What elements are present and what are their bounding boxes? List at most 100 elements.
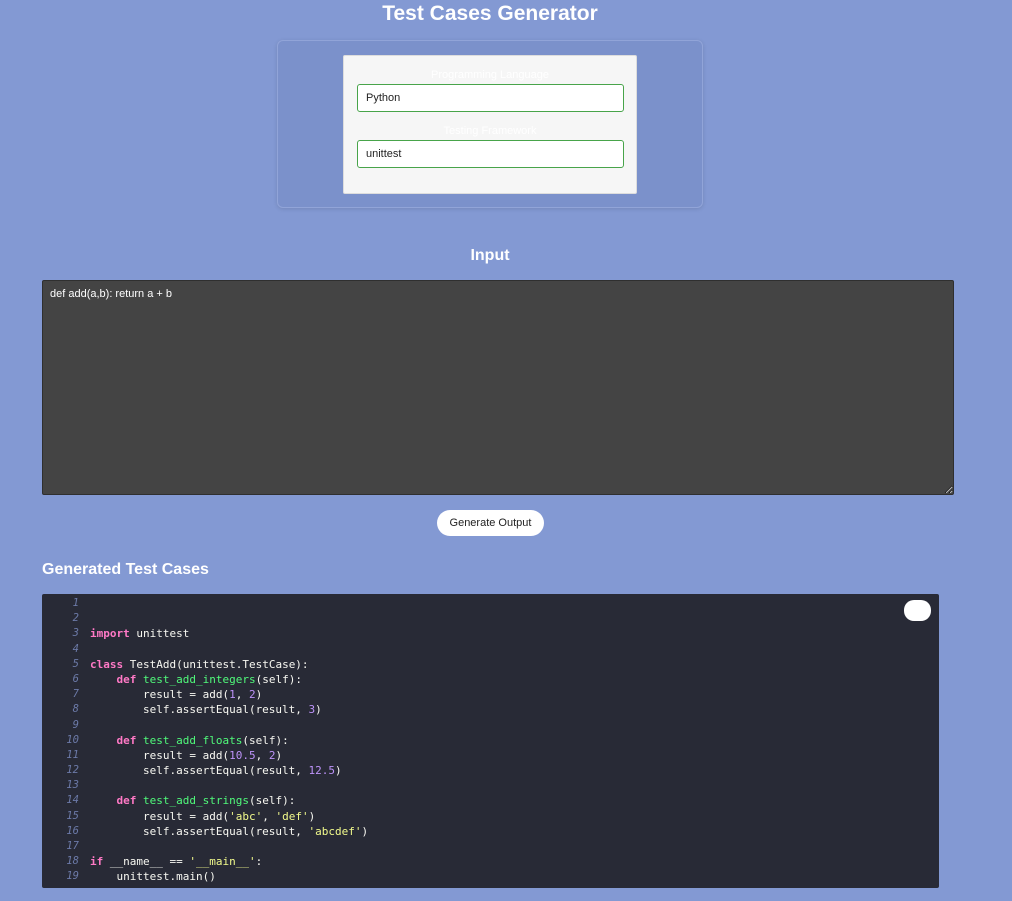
line-number: 19 [66,870,79,883]
code-token: TestAdd(unittest.TestCase): [123,657,309,671]
code-token: 'abc' [229,809,263,823]
code-token: test_add_floats [143,733,243,747]
line-number: 2 [72,612,79,625]
code-line: 5 class TestAdd(unittest.TestCase): [42,657,939,672]
code-line: 6 def test_add_integers(self): [42,672,939,687]
code-token: result = add( [90,688,230,702]
code-token: ) [335,764,342,778]
code-token: result = add( [90,809,230,823]
settings-card: Programming Language Python Testing Fram… [343,55,637,194]
line-number: 15 [66,809,79,822]
code-token: : [255,855,263,869]
code-lines: 1 2 3 import unittest 4 5 class TestAdd(unitte… [42,596,939,885]
code-token: 'abcdef' [308,824,362,838]
code-line: 8 self.assertEqual(result, 3) [42,702,939,717]
code-token: ) [275,748,283,762]
line-number: 18 [66,855,79,868]
line-number: 13 [66,779,79,792]
code-token: self.assertEqual(result, [90,764,309,778]
code-line: 15 result = add('abc', 'def') [42,809,939,824]
code-token: ) [361,824,369,838]
line-number: 12 [66,764,79,777]
line-code: result = add('abc', 'def') [90,809,315,824]
line-number: 4 [72,642,79,655]
line-number: 1 [72,597,79,609]
line-code: result = add(1, 2) [90,687,262,702]
code-token: 10.5 [229,748,256,762]
code-token: self.assertEqual(result, [90,824,309,838]
framework-select[interactable]: unittest [357,140,624,168]
code-token: 2 [248,688,256,702]
language-label: Programming Language [430,69,550,81]
line-number: 7 [72,688,79,701]
code-token: 'def' [275,809,309,823]
line-number: 14 [66,794,79,807]
code-line: 18 if __name__ == '__main__': [42,854,939,869]
line-code: def test_add_integers(self): [90,672,302,687]
code-line: 9 [42,718,939,733]
language-select[interactable]: Python [357,84,624,112]
code-line: 16 self.assertEqual(result, 'abcdef') [42,824,939,839]
line-number: 8 [72,703,79,716]
code-token: 1 [229,688,236,702]
code-token: , [255,748,269,762]
code-line: 2 [42,611,939,626]
line-code: def test_add_strings(self): [90,793,296,808]
code-token: , [262,809,276,823]
line-code: self.assertEqual(result, 3) [90,702,322,717]
line-number: 6 [72,672,79,685]
line-number: 10 [66,733,79,746]
code-token: class [90,657,124,671]
code-line: 13 [42,778,939,793]
code-line: 1 [42,596,939,611]
code-token: ) [308,809,316,823]
code-token: 12.5 [308,764,336,778]
generate-output-button[interactable]: Generate Output [437,510,544,536]
code-token: unittest.main() [90,870,216,884]
line-code: unittest.main() [90,869,216,884]
code-line: 10 def test_add_floats(self): [42,733,939,748]
code-token: '__main__' [189,855,256,869]
code-token: ) [315,703,322,717]
line-code: class TestAdd(unittest.TestCase): [90,657,309,672]
line-code: def test_add_floats(self): [90,733,289,748]
code-line: 17 [42,839,939,854]
code-token: def [116,672,137,686]
code-line: 12 self.assertEqual(result, 12.5) [42,763,939,778]
code-line: 4 [42,642,939,657]
code-token: test_add_integers [143,672,256,686]
line-number: 9 [72,718,79,731]
generated-code-block: 1 2 3 import unittest 4 5 class TestAdd(unitte… [42,594,939,888]
code-token: ) [255,688,263,702]
code-token: , [235,688,249,702]
code-token: (self): [248,794,296,808]
code-token: result = add( [90,748,230,762]
code-token: unittest [129,627,190,641]
code-token: test_add_strings [143,794,249,808]
line-code: import unittest [90,626,189,641]
page-title: Test Cases Generator [382,2,598,25]
code-input[interactable]: def add(a,b): return a + b [42,280,954,495]
line-number: 5 [72,657,79,670]
output-heading: Generated Test Cases [42,561,209,578]
code-line: 3 import unittest [42,626,939,641]
code-token: __name__ == [103,855,190,869]
code-token: import [90,627,130,641]
line-number: 11 [66,748,79,761]
code-token: if [90,855,104,869]
code-line: 14 def test_add_strings(self): [42,793,939,808]
line-number: 17 [66,840,79,852]
line-number: 3 [72,627,79,640]
line-code: result = add(10.5, 2) [90,748,282,763]
framework-label: Testing Framework [443,125,537,137]
line-code: self.assertEqual(result, 12.5) [90,763,342,778]
code-line: 11 result = add(10.5, 2) [42,748,939,763]
line-number: 16 [66,824,79,837]
code-token: (self): [242,733,289,747]
code-token: def [116,733,137,747]
